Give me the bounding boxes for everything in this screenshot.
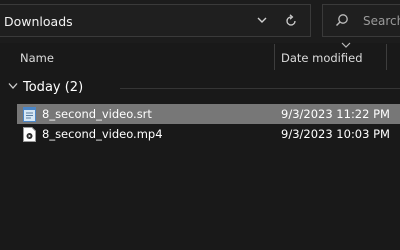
column-header-date-modified[interactable]: Date modified <box>281 51 363 65</box>
group-header[interactable]: Today (2) <box>23 80 83 95</box>
file-name: 8_second_video.mp4 <box>42 127 163 141</box>
group-collapse-icon[interactable] <box>8 82 18 90</box>
group-divider <box>120 88 400 89</box>
search-input[interactable]: Search <box>322 4 400 37</box>
video-file-icon <box>23 127 36 142</box>
address-location: Downloads <box>4 14 73 29</box>
toolbar: Downloads Search <box>0 0 400 43</box>
address-bar[interactable]: Downloads <box>0 4 311 37</box>
sort-caret-icon <box>341 42 351 48</box>
file-row[interactable]: 8_second_video.mp4 9/3/2023 10:03 PM <box>17 124 400 144</box>
column-divider[interactable] <box>386 44 387 70</box>
file-name: 8_second_video.srt <box>42 107 152 121</box>
file-date-modified: 9/3/2023 11:22 PM <box>281 107 390 121</box>
search-placeholder: Search <box>363 14 400 28</box>
file-date-modified: 9/3/2023 10:03 PM <box>281 127 390 141</box>
file-row[interactable]: 8_second_video.srt 9/3/2023 11:22 PM <box>17 104 400 124</box>
text-file-icon <box>23 107 36 122</box>
refresh-icon[interactable] <box>283 13 299 29</box>
search-icon <box>336 14 348 26</box>
column-divider[interactable] <box>274 44 275 70</box>
chevron-down-icon[interactable] <box>255 13 269 27</box>
column-header-name[interactable]: Name <box>20 51 54 65</box>
